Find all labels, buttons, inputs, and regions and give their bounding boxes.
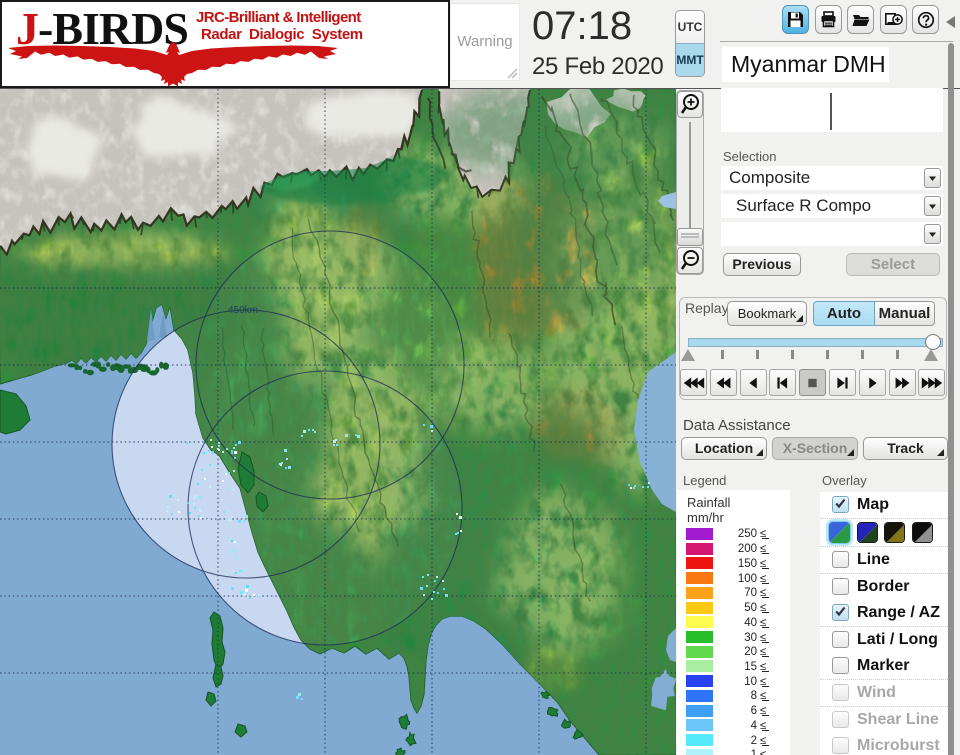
svg-text:450km: 450km — [228, 305, 258, 316]
